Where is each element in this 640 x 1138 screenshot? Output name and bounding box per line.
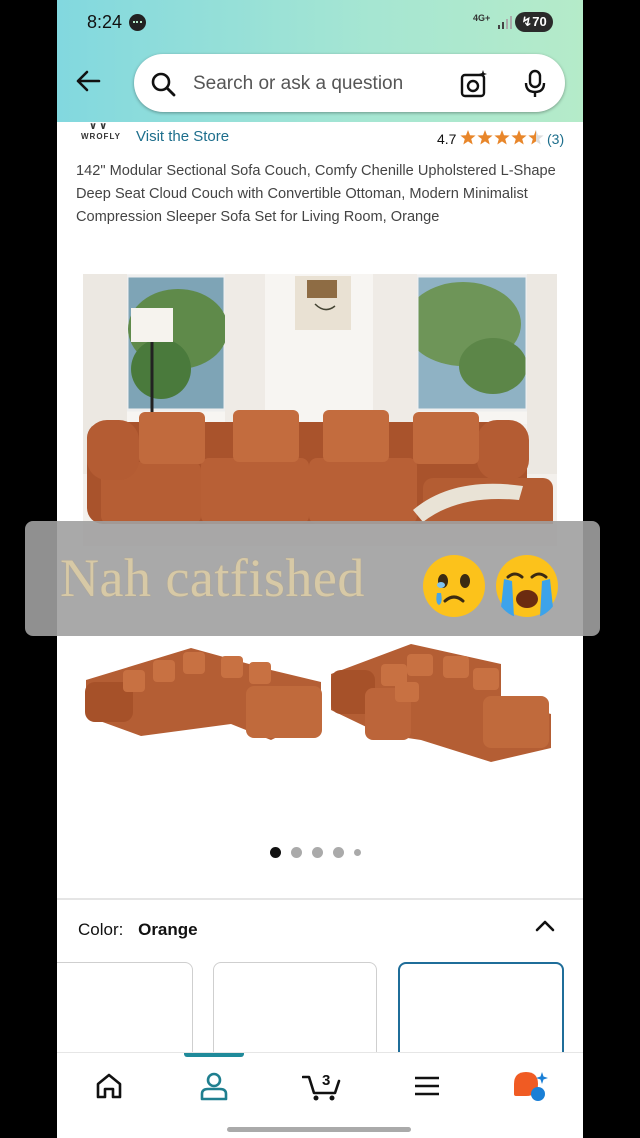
bottom-nav: 3 — [57, 1052, 583, 1138]
visit-store-link[interactable]: Visit the Store — [136, 128, 229, 145]
carousel-dot[interactable] — [291, 847, 302, 859]
brand-logo-text: WROFLY — [81, 132, 121, 141]
back-arrow-icon[interactable] — [73, 66, 103, 96]
message-notification-icon — [129, 14, 146, 31]
battery-indicator: ↯70 — [515, 12, 553, 32]
carousel-dot-active[interactable] — [270, 847, 281, 859]
signal-icon — [498, 16, 512, 29]
search-icon — [151, 72, 176, 97]
brand-logo: ∨∨ WROFLY — [81, 121, 121, 142]
microphone-icon[interactable] — [522, 69, 548, 99]
cart-icon[interactable]: 3 — [302, 1070, 342, 1102]
rating-count-link[interactable]: (3) — [547, 131, 564, 147]
carousel-dot[interactable] — [333, 847, 344, 859]
status-bar: 8:24 4G+ ↯70 — [57, 0, 583, 46]
menu-icon[interactable] — [411, 1070, 443, 1102]
carousel-indicator — [270, 844, 371, 859]
caption-text: Nah catfished — [60, 548, 365, 608]
face-holding-back-tears-emoji — [423, 555, 485, 617]
u-shape-sofa-image — [331, 644, 551, 762]
carousel-dot[interactable] — [354, 849, 361, 857]
home-indicator — [227, 1127, 411, 1132]
color-selector-header: Color: Orange — [78, 920, 198, 940]
star-icon — [511, 130, 527, 145]
rating-value: 4.7 — [437, 131, 457, 147]
search-bar[interactable] — [134, 54, 565, 112]
top-bar: 8:24 4G+ ↯70 — [57, 0, 583, 122]
brand-logo-mark: ∨∨ — [89, 121, 110, 132]
star-icon — [494, 130, 510, 145]
cart-count: 3 — [322, 1072, 330, 1089]
store-row: ∨∨ WROFLY Visit the Store 4.7 (3) — [57, 122, 583, 152]
account-icon[interactable] — [198, 1070, 230, 1102]
status-time: 8:24 — [87, 12, 123, 32]
section-divider — [57, 898, 583, 900]
star-rating[interactable] — [460, 129, 544, 146]
search-input[interactable] — [191, 68, 455, 100]
star-icon — [528, 130, 544, 145]
star-icon — [477, 130, 493, 145]
product-title: 142" Modular Sectional Sofa Couch, Comfy… — [76, 163, 556, 225]
star-icon — [460, 130, 476, 145]
color-label: Color: — [78, 920, 124, 939]
network-type: 4G+ — [473, 13, 491, 23]
carousel-dot[interactable] — [312, 847, 323, 859]
ai-assistant-icon[interactable] — [512, 1070, 548, 1102]
product-secondary-images[interactable] — [81, 630, 561, 770]
l-shape-sofa-image — [85, 648, 322, 740]
active-tab-indicator — [184, 1053, 244, 1057]
battery-level: 70 — [532, 14, 547, 29]
home-icon[interactable] — [93, 1070, 125, 1102]
chevron-up-icon[interactable] — [534, 915, 556, 937]
product-main-image[interactable] — [83, 274, 557, 546]
camera-lens-icon[interactable] — [459, 69, 489, 99]
color-value: Orange — [138, 920, 198, 939]
loudly-crying-face-emoji — [496, 555, 558, 617]
